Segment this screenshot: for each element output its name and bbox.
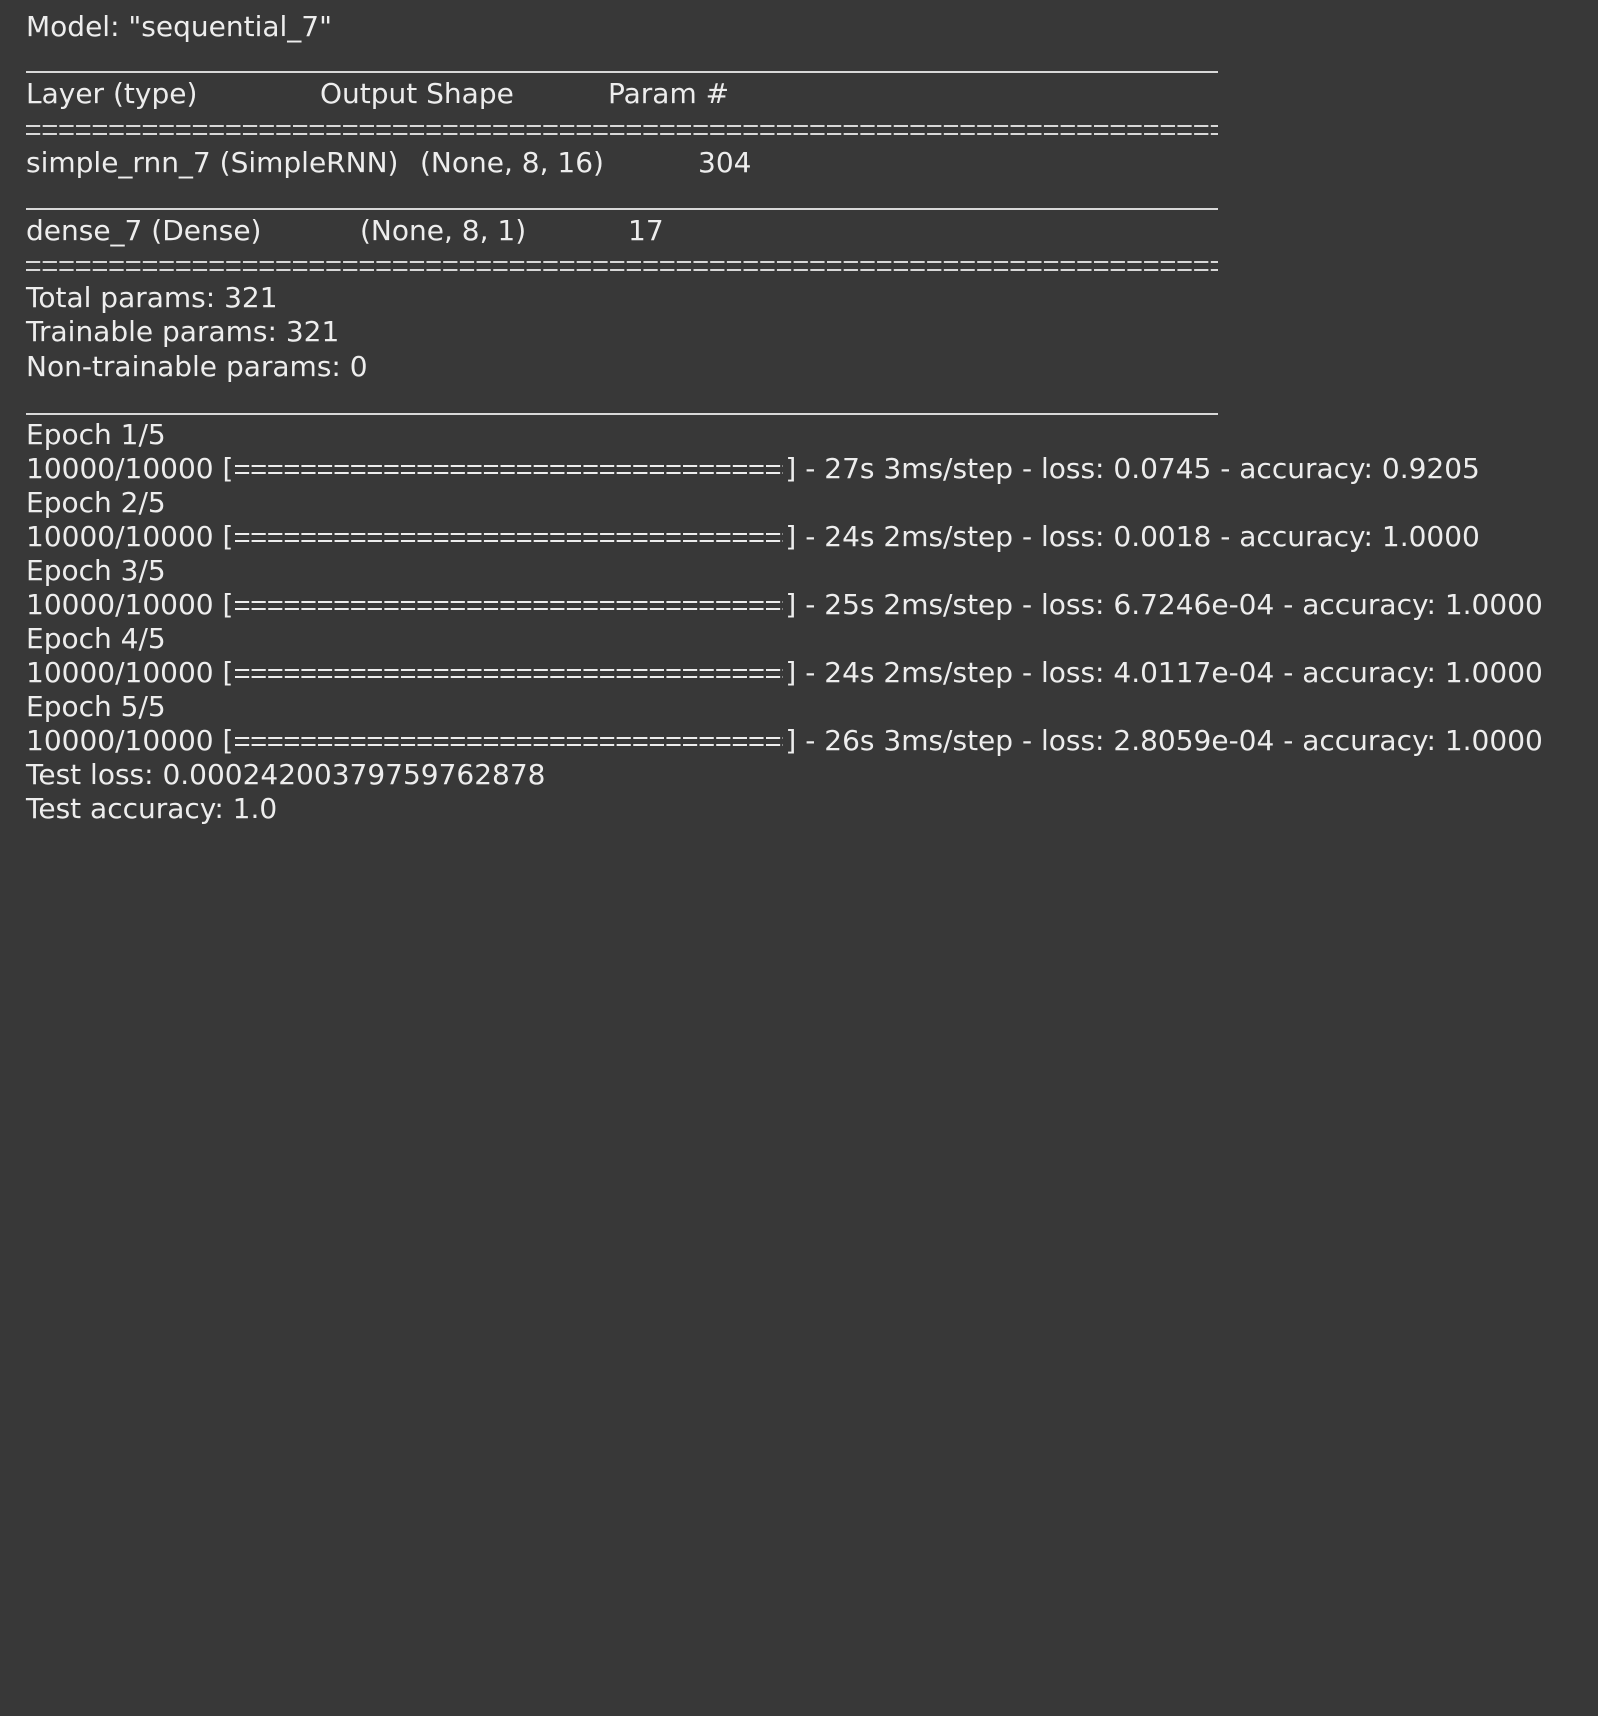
equals-rule [26, 125, 1218, 137]
table-row: dense_7 (Dense) (None, 8, 1) 17 [0, 214, 1598, 1056]
epoch-label: Epoch 4/5 [26, 622, 166, 655]
layer-name: simple_rnn_7 (SimpleRNN) [26, 146, 399, 179]
epoch-stats: - 26s 3ms/step - loss: 2.8059e-04 - accu… [796, 724, 1543, 757]
progress-bar [235, 464, 784, 476]
epoch-stats: - 24s 2ms/step - loss: 0.0018 - accuracy… [796, 520, 1480, 553]
step-count: 10000/10000 [26, 656, 214, 689]
step-count: 10000/10000 [26, 520, 214, 553]
epoch-progress-line: 10000/10000 [] - 27s 3ms/step - loss: 0.… [26, 452, 1480, 486]
model-name-line: Model: "sequential_7" [26, 10, 332, 43]
epoch-progress-line: 10000/10000 [] - 24s 2ms/step - loss: 4.… [26, 656, 1543, 690]
underscore-rule [26, 71, 1218, 73]
test-loss: Test loss: 0.00024200379759762878 [26, 758, 546, 791]
epoch-label: Epoch 3/5 [26, 554, 166, 587]
epoch-stats: - 24s 2ms/step - loss: 4.0117e-04 - accu… [796, 656, 1543, 689]
progress-bar [235, 736, 784, 748]
layer-param-count: 304 [698, 146, 752, 179]
console-output[interactable]: Model: "sequential_7" Layer (type) Outpu… [0, 0, 1598, 858]
layer-param-count: 17 [628, 214, 664, 247]
bracket-open: [ [222, 452, 234, 485]
step-count: 10000/10000 [26, 452, 214, 485]
header-output-shape: Output Shape [320, 77, 514, 110]
step-count: 10000/10000 [26, 724, 214, 757]
epoch-progress-line: 10000/10000 [] - 26s 3ms/step - loss: 2.… [26, 724, 1543, 758]
layer-output-shape: (None, 8, 1) [360, 214, 527, 247]
total-params: Total params: 321 [26, 281, 278, 314]
header-param-count: Param # [608, 77, 730, 110]
progress-bar [235, 532, 784, 544]
non-trainable-params: Non-trainable params: 0 [26, 350, 368, 383]
progress-bar [235, 668, 784, 680]
bracket-close: ] [785, 452, 797, 485]
epoch-label: Epoch 1/5 [26, 418, 166, 451]
epoch-label: Epoch 5/5 [26, 690, 166, 723]
layer-name: dense_7 (Dense) [26, 214, 262, 247]
bracket-open: [ [222, 724, 234, 757]
epoch-stats: - 25s 2ms/step - loss: 6.7246e-04 - accu… [796, 588, 1543, 621]
bracket-open: [ [222, 656, 234, 689]
bracket-close: ] [785, 724, 797, 757]
bracket-close: ] [785, 588, 797, 621]
epoch-progress-line: 10000/10000 [] - 25s 2ms/step - loss: 6.… [26, 588, 1543, 622]
test-accuracy: Test accuracy: 1.0 [26, 792, 278, 825]
header-layer-type: Layer (type) [26, 77, 198, 110]
epoch-stats: - 27s 3ms/step - loss: 0.0745 - accuracy… [796, 452, 1480, 485]
bracket-close: ] [785, 520, 797, 553]
bracket-open: [ [222, 588, 234, 621]
bracket-close: ] [785, 656, 797, 689]
step-count: 10000/10000 [26, 588, 214, 621]
trainable-params: Trainable params: 321 [26, 315, 340, 348]
underscore-rule [26, 208, 1218, 210]
equals-rule [26, 261, 1218, 273]
epoch-progress-line: 10000/10000 [] - 24s 2ms/step - loss: 0.… [26, 520, 1480, 554]
bracket-open: [ [222, 520, 234, 553]
table-row: simple_rnn_7 (SimpleRNN) (None, 8, 16) 3… [0, 146, 1598, 726]
layer-output-shape: (None, 8, 16) [420, 146, 604, 179]
epoch-label: Epoch 2/5 [26, 486, 166, 519]
progress-bar [235, 600, 784, 612]
underscore-rule [26, 413, 1218, 415]
